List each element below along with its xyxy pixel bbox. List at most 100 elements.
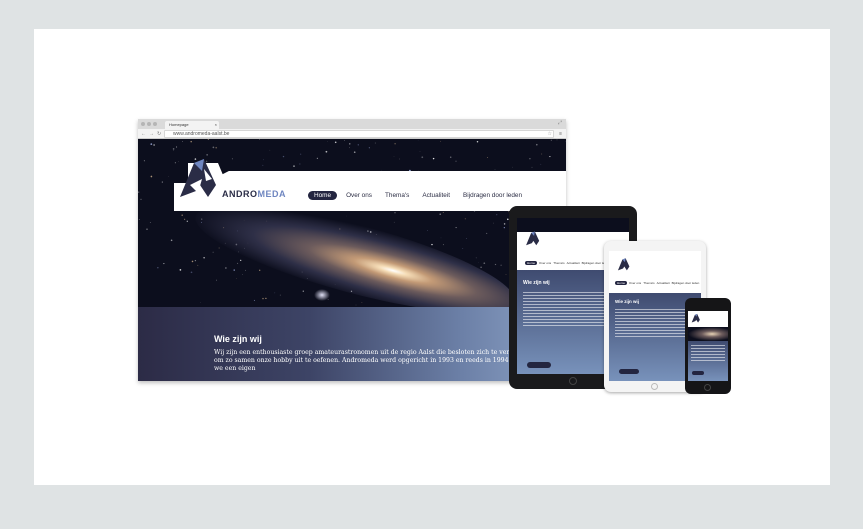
star xyxy=(394,212,396,214)
star xyxy=(556,139,558,141)
ipad-home-button[interactable] xyxy=(651,383,658,390)
star xyxy=(143,160,145,162)
star xyxy=(237,262,239,264)
star xyxy=(483,262,486,265)
andromeda-logo-icon[interactable] xyxy=(178,155,220,199)
tablet-read-more-button[interactable] xyxy=(527,362,551,368)
star xyxy=(440,140,442,142)
star xyxy=(480,266,482,269)
tablet-home-button[interactable] xyxy=(569,377,577,385)
nav-themas[interactable]: Thema's xyxy=(381,191,413,200)
star xyxy=(496,214,498,216)
star xyxy=(176,146,178,148)
ipad-nav: Home Over ons Thema's Actualiteit Bijdra… xyxy=(615,281,699,285)
star xyxy=(190,140,192,143)
star xyxy=(440,237,442,239)
hero-galaxy-image: ANDROMEDA Home Over ons Thema's Actualit… xyxy=(138,139,566,307)
star xyxy=(197,264,199,266)
ipad-read-more-button[interactable] xyxy=(619,369,639,374)
star xyxy=(439,213,441,215)
fullscreen-icon[interactable]: ⤢ xyxy=(558,120,562,126)
star xyxy=(531,166,533,168)
tablet-nav-home[interactable]: Home xyxy=(525,261,538,265)
forward-icon[interactable]: → xyxy=(149,130,154,138)
star xyxy=(432,157,435,160)
website-viewport: ANDROMEDA Home Over ons Thema's Actualit… xyxy=(138,139,566,381)
tablet-nav-themas[interactable]: Thema's xyxy=(553,261,564,265)
phone-text-lines xyxy=(691,345,725,361)
star xyxy=(174,162,176,164)
star xyxy=(541,153,543,155)
window-traffic-lights[interactable] xyxy=(141,122,157,126)
phone-read-more-button[interactable] xyxy=(692,371,704,375)
logo-text-accent: MEDA xyxy=(257,189,286,199)
star xyxy=(231,158,233,160)
star xyxy=(194,259,197,262)
star xyxy=(550,139,552,141)
browser-tab[interactable]: Homepage × xyxy=(165,121,219,129)
tablet-section-title: Wie zijn wij xyxy=(523,280,550,286)
section-title: Wie zijn wij xyxy=(214,334,262,344)
star xyxy=(233,269,235,271)
satellite-galaxy xyxy=(314,289,330,301)
star xyxy=(455,227,457,229)
tablet-nav-actualiteit[interactable]: Actualiteit xyxy=(567,261,580,265)
star xyxy=(494,169,496,170)
nav-bijdragen[interactable]: Bijdragen door leden xyxy=(459,191,526,200)
tablet-nav: Home Over ons Thema's Actualiteit Bijdra… xyxy=(525,261,609,265)
reload-icon[interactable]: ↻ xyxy=(157,130,161,138)
ipad-nav-actualiteit[interactable]: Actualiteit xyxy=(657,281,670,285)
bookmark-star-icon[interactable]: ☆ xyxy=(548,130,552,138)
star xyxy=(182,141,184,143)
star xyxy=(258,139,261,140)
star xyxy=(282,155,285,158)
star xyxy=(349,147,350,149)
ipad-nav-home[interactable]: Home xyxy=(615,281,628,285)
star xyxy=(191,260,194,263)
star xyxy=(236,278,237,279)
star xyxy=(316,157,319,159)
star xyxy=(161,181,163,183)
star xyxy=(302,290,304,292)
star xyxy=(393,221,395,223)
star xyxy=(374,142,376,144)
logo-wordmark[interactable]: ANDROMEDA xyxy=(222,189,286,199)
star xyxy=(549,156,551,158)
address-bar[interactable]: www.andromeda-aalst.be xyxy=(164,130,554,138)
phone-logo-icon xyxy=(691,313,700,323)
star xyxy=(442,212,444,213)
star xyxy=(181,214,183,216)
star xyxy=(503,223,506,225)
star xyxy=(529,158,531,160)
nav-home[interactable]: Home xyxy=(308,191,338,200)
tab-close-icon[interactable]: × xyxy=(215,121,217,129)
phone-device xyxy=(685,298,731,394)
star xyxy=(327,299,329,300)
phone-home-button[interactable] xyxy=(704,384,711,391)
back-icon[interactable]: ← xyxy=(141,130,146,138)
star xyxy=(486,232,488,234)
nav-over-ons[interactable]: Over ons xyxy=(342,191,376,200)
star xyxy=(168,175,169,177)
star xyxy=(163,263,165,265)
ipad-logo-icon xyxy=(617,258,630,271)
star xyxy=(353,151,356,154)
star xyxy=(503,227,505,229)
ipad-section-title: Wie zijn wij xyxy=(615,299,639,304)
star xyxy=(476,140,479,143)
ipad-nav-themas[interactable]: Thema's xyxy=(643,281,654,285)
ipad-nav-over-ons[interactable]: Over ons xyxy=(629,281,641,285)
star xyxy=(240,259,242,262)
star xyxy=(464,218,466,220)
star xyxy=(262,164,264,166)
star xyxy=(466,238,467,239)
browser-window: Homepage × ⤢ ← → ↻ www.andromeda-aalst.b… xyxy=(138,119,566,381)
tablet-nav-over-ons[interactable]: Over ons xyxy=(539,261,551,265)
browser-menu-icon[interactable]: ≡ xyxy=(559,130,562,138)
phone-content xyxy=(688,341,728,381)
nav-actualiteit[interactable]: Actualiteit xyxy=(418,191,454,200)
star xyxy=(427,229,428,231)
ipad-nav-bijdragen[interactable]: Bijdragen door leden xyxy=(672,281,700,285)
star xyxy=(449,156,452,158)
intro-section: Wie zijn wij Wij zijn een enthousiaste g… xyxy=(138,307,566,381)
